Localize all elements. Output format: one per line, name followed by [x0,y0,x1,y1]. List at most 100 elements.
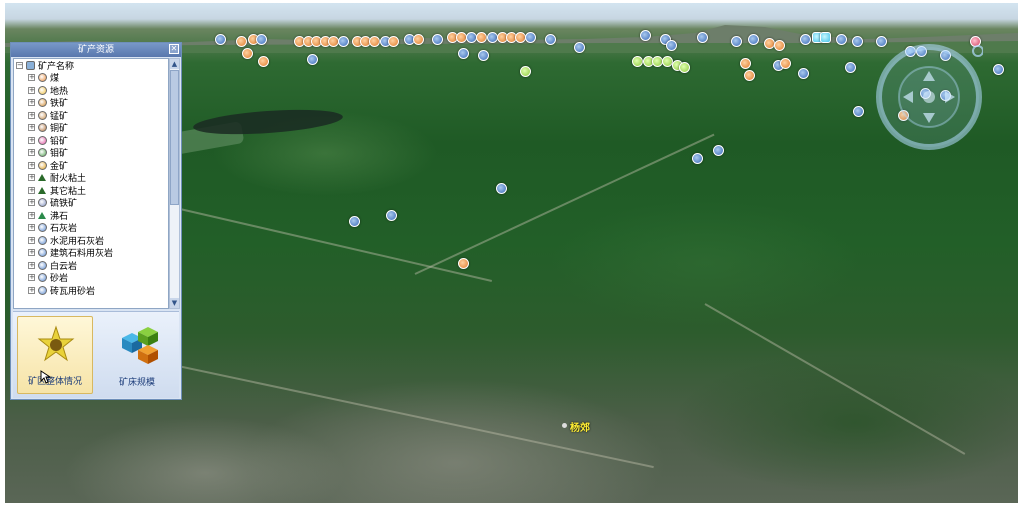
mineral-marker[interactable] [349,216,360,227]
tree-item[interactable]: + 白云岩 [14,259,168,272]
mineral-marker[interactable] [215,34,226,45]
expand-icon[interactable]: + [28,161,35,169]
expand-icon[interactable]: + [28,86,35,94]
expand-icon[interactable]: + [28,149,35,157]
tree-item[interactable]: + 铁矿 [14,97,168,109]
mineral-marker[interactable] [800,34,811,45]
collapse-icon[interactable]: − [16,61,23,69]
expand-icon[interactable]: + [28,99,35,107]
expand-icon[interactable]: + [28,74,35,82]
tree-item-label: 沸石 [50,211,69,222]
scroll-thumb[interactable] [170,70,179,205]
expand-icon[interactable]: + [28,136,35,144]
mineral-marker[interactable] [780,58,791,69]
tree-item[interactable]: + 锰矿 [14,109,168,122]
tree-item[interactable]: + 金矿 [14,159,168,172]
tree-scrollbar[interactable]: ▲ ▼ [169,58,180,309]
expand-icon[interactable]: + [28,186,35,194]
tree-item[interactable]: + 建筑石料用灰岩 [14,247,168,259]
mineral-marker[interactable] [338,36,349,47]
copper-icon [38,123,47,133]
expand-icon[interactable]: + [28,199,35,207]
expand-icon[interactable]: + [28,249,35,257]
mineral-marker[interactable] [679,62,690,73]
tree-item[interactable]: + 水泥用石灰岩 [14,234,168,247]
mineral-marker[interactable] [632,56,643,67]
mineral-marker[interactable] [432,34,443,45]
tree-item[interactable]: + 沸石 [14,209,168,222]
mineral-marker[interactable] [744,70,755,81]
mineral-marker[interactable] [388,36,399,47]
tree-item[interactable]: + 其它粘土 [14,184,168,197]
panel-titlebar[interactable]: 矿产资源 ✕ [11,43,181,57]
mineral-marker[interactable] [458,258,469,269]
tree-item-label: 钼矿 [50,149,69,160]
expand-icon[interactable]: + [28,174,35,182]
mineral-marker[interactable] [476,32,487,43]
mineral-marker[interactable] [242,48,253,59]
mineral-marker[interactable] [845,62,856,73]
mineral-marker[interactable] [713,145,724,156]
mineral-marker[interactable] [853,106,864,117]
mineral-marker[interactable] [478,50,489,61]
mineral-marker[interactable] [748,34,759,45]
scroll-down-icon[interactable]: ▼ [170,298,179,308]
mineral-marker[interactable] [369,36,380,47]
expand-icon[interactable]: + [28,211,35,219]
expand-icon[interactable]: + [28,261,35,269]
mineral-marker[interactable] [236,36,247,47]
mineral-marker[interactable] [692,153,703,164]
coal-icon [38,73,47,83]
mineral-marker[interactable] [798,68,809,79]
mineral-marker[interactable] [574,42,585,53]
expand-icon[interactable]: + [28,224,35,232]
expand-icon[interactable]: + [28,111,35,119]
mineral-marker[interactable] [993,64,1004,75]
close-icon[interactable]: ✕ [169,44,179,54]
tree-item[interactable]: + 铅矿 [14,134,168,147]
tree-item[interactable]: + 煤 [14,72,168,84]
mineral-marker[interactable] [458,48,469,59]
navigation-control[interactable] [875,43,983,151]
mineral-marker[interactable] [820,32,831,43]
tree-item[interactable]: + 砂岩 [14,272,168,284]
tree-item-label: 地热 [50,86,69,97]
mineral-marker[interactable] [640,30,651,41]
mineral-marker[interactable] [386,210,397,221]
tree-item[interactable]: + 耐火粘土 [14,172,168,184]
mineral-marker[interactable] [307,54,318,65]
expand-icon[interactable]: + [28,124,35,132]
mineral-marker[interactable] [525,32,536,43]
mineral-marker[interactable] [731,36,742,47]
tree-item[interactable]: + 石灰岩 [14,222,168,234]
expand-icon[interactable]: + [28,274,35,282]
mineral-marker[interactable] [697,32,708,43]
tree-item-label: 铜矿 [50,124,69,135]
tree-item[interactable]: + 地热 [14,84,168,97]
tree-root[interactable]: − 矿产名称 [14,59,168,72]
tree-item[interactable]: + 硫铁矿 [14,197,168,210]
expand-icon[interactable]: + [28,236,35,244]
mineral-marker[interactable] [836,34,847,45]
mineral-marker[interactable] [740,58,751,69]
expand-icon[interactable]: + [28,286,35,294]
tree-item[interactable]: + 砖瓦用砂岩 [14,284,168,297]
place-label: 杨郊 [570,423,590,434]
mineral-marker[interactable] [545,34,556,45]
mineral-marker[interactable] [852,36,863,47]
mineral-marker[interactable] [256,34,267,45]
mineral-tree[interactable]: − 矿产名称 + 煤 + 地热 + 铁矿 + 锰矿 + 铜矿 + 铅矿 + 钼矿 + 金矿 + 耐火粘土 + 其它粘土… [13,58,169,309]
mineral-marker[interactable] [666,40,677,51]
deposit-scale-button[interactable]: 矿床规模 [99,316,175,394]
mining-overview-button[interactable]: 矿区整体情况 [17,316,93,394]
tree-item[interactable]: + 钼矿 [14,147,168,160]
mineral-marker[interactable] [774,40,785,51]
road [414,133,715,275]
mineral-marker[interactable] [496,183,507,194]
tree-item-label: 硫铁矿 [50,199,78,210]
tree-item[interactable]: + 铜矿 [14,122,168,135]
mineral-marker[interactable] [413,34,424,45]
mineral-marker[interactable] [520,66,531,77]
scroll-up-icon[interactable]: ▲ [170,59,179,69]
mineral-marker[interactable] [258,56,269,67]
